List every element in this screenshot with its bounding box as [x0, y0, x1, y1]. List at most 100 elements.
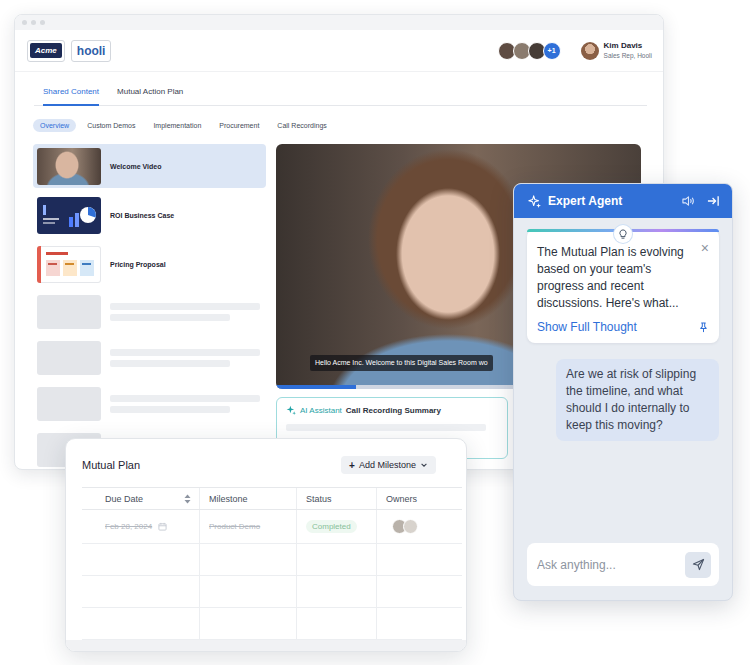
thought-footer: Show Full Thought	[537, 320, 709, 334]
content-thumbnail	[37, 387, 101, 421]
placeholder-line	[110, 395, 260, 402]
due-date-cell	[82, 544, 200, 575]
owners-cell	[377, 576, 462, 607]
table-row[interactable]	[82, 608, 462, 640]
close-thought-button[interactable]: ×	[701, 241, 709, 255]
more-collaborators-badge[interactable]: +1	[543, 42, 561, 60]
mutual-plan-header: Mutual Plan+Add Milestone	[66, 439, 466, 474]
pin-icon[interactable]	[698, 322, 709, 333]
speaker-icon[interactable]	[682, 195, 695, 207]
tab-bar: Shared Content Mutual Action Plan	[34, 85, 647, 106]
logo-text: hooli	[77, 44, 106, 58]
pricing-document-icon	[37, 246, 101, 283]
sub-tab[interactable]: Implementation	[146, 119, 208, 132]
status-cell: Completed	[297, 510, 377, 543]
chat-input[interactable]	[537, 554, 679, 576]
show-full-thought-link[interactable]: Show Full Thought	[537, 320, 637, 334]
column-header: Status	[297, 488, 377, 509]
column-header: Owners	[377, 488, 462, 509]
content-item[interactable]	[33, 291, 266, 332]
thought-card: ×The Mutual Plan is evolving based on yo…	[527, 229, 719, 343]
logo-text: Acme	[30, 43, 62, 58]
sort-icon[interactable]	[184, 494, 191, 504]
column-label: Due Date	[105, 494, 143, 504]
content-item[interactable]: Welcome Video	[33, 144, 266, 188]
placeholder-line	[110, 406, 230, 413]
placeholder-lines	[110, 395, 260, 413]
sub-tab[interactable]: Custom Demos	[80, 119, 142, 132]
table-row[interactable]: Feb 28, 2024 Product Demo Completed	[82, 510, 462, 544]
window-dot[interactable]	[31, 20, 36, 25]
message-list: Are we at risk of slipping the timeline,…	[527, 359, 719, 441]
add-milestone-label: Add Milestone	[359, 460, 416, 470]
header-right: +1 Kim DavisSales Rep, Hooli	[498, 41, 652, 60]
summary-label: AI Assistant	[300, 406, 342, 415]
expert-agent-panel: Expert Agent×The Mutual Plan is evolving…	[513, 183, 733, 601]
content-thumbnail	[37, 197, 101, 234]
sparkle-icon	[528, 195, 541, 208]
calendar-icon[interactable]	[158, 522, 167, 531]
due-date: Feb 28, 2024	[105, 522, 152, 531]
summary-header: AI AssistantCall Recording Summary	[286, 405, 498, 415]
owner-avatar-icon[interactable]	[403, 519, 418, 534]
chat-input-bar	[527, 543, 719, 586]
collapse-panel-icon[interactable]	[707, 195, 720, 207]
column-header: Milestone	[200, 488, 297, 509]
canvas: Acme hooli +1 Kim DavisSales Rep, Hooli Shar…	[0, 0, 750, 665]
window-dot[interactable]	[40, 20, 45, 25]
column-header[interactable]: Due Date	[82, 488, 200, 509]
horizontal-scrollbar[interactable]	[66, 640, 466, 651]
milestone-table: Due Date Milestone Status Owners Feb 28, 202…	[82, 487, 462, 640]
placeholder-lines	[110, 349, 260, 367]
chat-message: Are we at risk of slipping the timeline,…	[556, 359, 719, 441]
milestone-name: Product Demo	[209, 522, 260, 531]
content-title: ROI Business Case	[110, 212, 174, 219]
tab[interactable]: Mutual Action Plan	[117, 85, 183, 105]
sub-tab-bar: Overview Custom Demos Implementation Procur…	[33, 119, 663, 132]
title-bar	[15, 15, 663, 30]
tab[interactable]: Shared Content	[43, 85, 99, 106]
add-icon: +	[349, 460, 355, 471]
video-caption: Hello Acme Inc. Welcome to this Digital …	[310, 355, 493, 371]
column-label: Owners	[386, 494, 417, 504]
content-list: Welcome Video ROI Business Case Pricing Pr…	[33, 144, 266, 469]
owners-cell	[377, 544, 462, 575]
user-name: Kim Davis	[604, 41, 652, 51]
table-row[interactable]	[82, 576, 462, 608]
milestone-cell	[200, 608, 297, 639]
company-logo: Acme	[27, 40, 65, 62]
placeholder-line	[110, 349, 260, 356]
due-date-cell: Feb 28, 2024	[82, 510, 200, 543]
placeholder-lines	[110, 303, 260, 321]
window-dot[interactable]	[22, 20, 27, 25]
sub-tab[interactable]: Call Recordings	[270, 119, 333, 132]
mutual-plan-card: Mutual Plan+Add MilestoneDue DateMilesto…	[65, 438, 467, 652]
content-thumbnail	[37, 295, 101, 329]
user-profile[interactable]: Kim DavisSales Rep, Hooli	[581, 41, 652, 60]
milestone-cell	[200, 544, 297, 575]
column-label: Milestone	[209, 494, 248, 504]
send-button[interactable]	[685, 552, 711, 578]
content-item[interactable]: Pricing Proposal	[33, 242, 266, 286]
agent-actions	[682, 195, 720, 207]
summary-placeholder-line	[286, 424, 486, 431]
agent-body: ×The Mutual Plan is evolving based on yo…	[514, 218, 732, 600]
sub-tab[interactable]: Procurement	[212, 119, 266, 132]
placeholder-line	[110, 360, 230, 367]
lightbulb-glyph-icon	[618, 229, 628, 240]
content-item[interactable]	[33, 383, 266, 424]
table-row[interactable]	[82, 544, 462, 576]
content-item[interactable]: ROI Business Case	[33, 193, 266, 237]
add-milestone-button[interactable]: + Add Milestone	[341, 456, 436, 474]
collaborator-avatars[interactable]: +1	[498, 42, 561, 60]
owners-cell	[377, 510, 462, 543]
content-title: Pricing Proposal	[110, 261, 166, 268]
content-item[interactable]	[33, 337, 266, 378]
content-thumbnail	[37, 341, 101, 375]
user-avatar-icon[interactable]	[581, 42, 599, 60]
content-thumbnail	[37, 246, 101, 283]
video-progress-fill	[276, 385, 356, 389]
sub-tab[interactable]: Overview	[33, 119, 76, 132]
milestone-cell	[200, 576, 297, 607]
send-icon	[692, 558, 705, 571]
